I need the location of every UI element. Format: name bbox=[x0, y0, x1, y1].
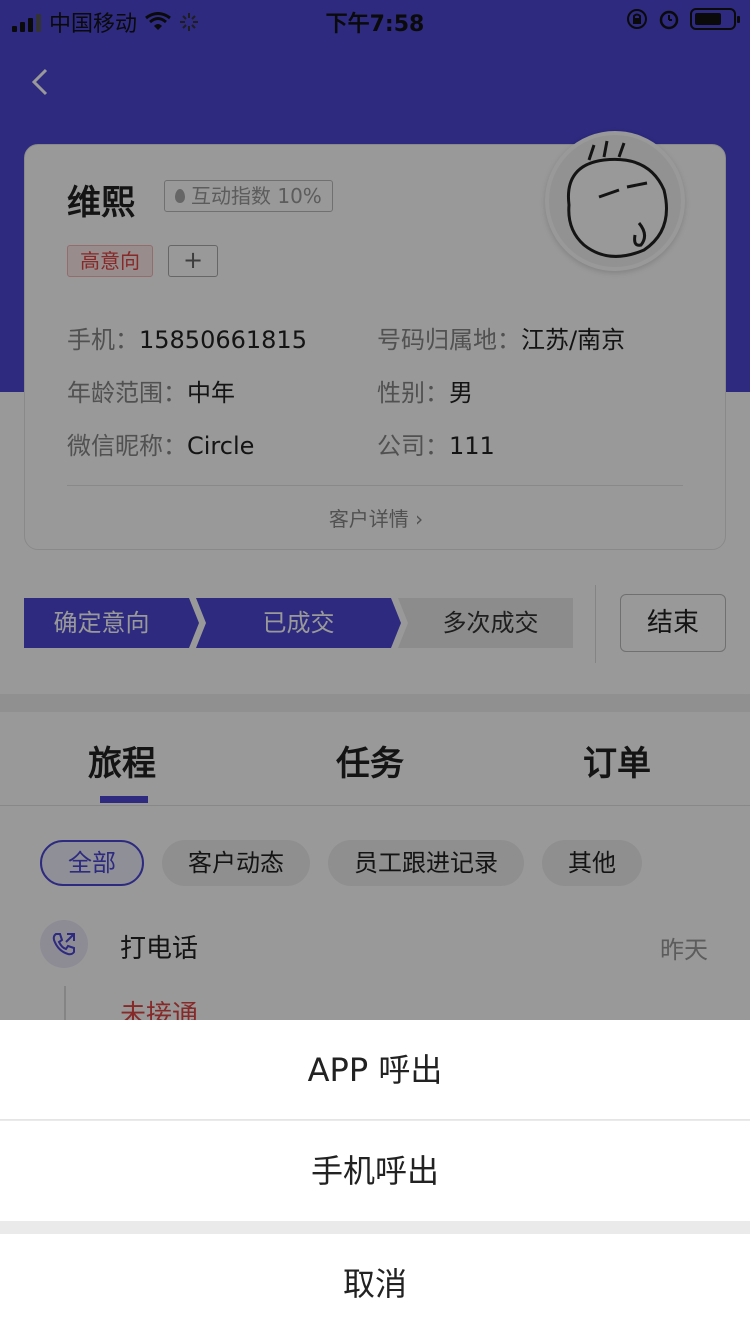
phone-call-button[interactable]: 手机呼出 bbox=[0, 1121, 750, 1221]
app-call-button[interactable]: APP 呼出 bbox=[0, 1020, 750, 1120]
call-action-sheet: APP 呼出 手机呼出 取消 bbox=[0, 1020, 750, 1334]
cancel-button[interactable]: 取消 bbox=[0, 1234, 750, 1334]
